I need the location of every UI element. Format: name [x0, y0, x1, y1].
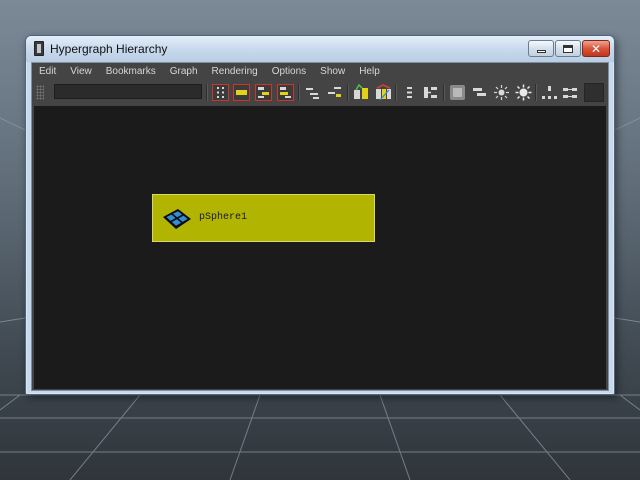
- graph-connections-icon[interactable]: [562, 84, 579, 101]
- toolbar-grip-handle[interactable]: [36, 85, 44, 100]
- toolbar-separator: [206, 84, 208, 101]
- menu-graph[interactable]: Graph: [163, 63, 205, 81]
- menu-show[interactable]: Show: [313, 63, 352, 81]
- maximize-button[interactable]: [555, 40, 581, 57]
- window-title: Hypergraph Hierarchy: [50, 42, 168, 56]
- collapse-icon[interactable]: [304, 84, 321, 101]
- light-settings-icon[interactable]: [515, 84, 532, 101]
- menu-options[interactable]: Options: [265, 63, 313, 81]
- node-display-icon[interactable]: [471, 84, 488, 101]
- menu-edit[interactable]: Edit: [32, 63, 63, 81]
- freeform-layout-icon[interactable]: [422, 84, 439, 101]
- app-icon: [34, 41, 44, 56]
- hypergraph-window: Hypergraph Hierarchy ✕ Edit View Bookmar…: [25, 35, 615, 395]
- menu-bookmarks[interactable]: Bookmarks: [99, 63, 163, 81]
- select-outputs-icon[interactable]: [277, 84, 294, 101]
- toolbar-separator: [395, 84, 397, 101]
- menu-rendering[interactable]: Rendering: [205, 63, 265, 81]
- toolbar-separator: [347, 84, 349, 101]
- expand-icon[interactable]: [326, 84, 343, 101]
- close-icon: ✕: [590, 41, 602, 56]
- minimize-icon: [536, 50, 546, 53]
- toolbar-separator: [298, 84, 300, 101]
- menu-help[interactable]: Help: [352, 63, 387, 81]
- window-client: Edit View Bookmarks Graph Rendering Opti…: [31, 62, 609, 391]
- toolbar-separator: [535, 84, 537, 101]
- title-bar[interactable]: Hypergraph Hierarchy ✕: [26, 36, 614, 62]
- graph-layout-icon[interactable]: [541, 84, 558, 101]
- menu-view[interactable]: View: [63, 63, 99, 81]
- input-output-connections-icon[interactable]: [375, 84, 392, 101]
- input-connections-icon[interactable]: [353, 84, 370, 101]
- toolbar-overflow-button[interactable]: [584, 83, 604, 102]
- scene-hierarchy-icon[interactable]: [401, 84, 418, 101]
- menu-bar: Edit View Bookmarks Graph Rendering Opti…: [32, 63, 608, 81]
- node-psphere1[interactable]: pSphere1: [152, 194, 375, 242]
- graph-editor-canvas[interactable]: pSphere1: [34, 106, 606, 389]
- light-on-icon[interactable]: [493, 84, 510, 101]
- maximize-icon: [563, 44, 573, 53]
- toolbar-separator: [443, 84, 445, 101]
- node-label: pSphere1: [199, 212, 248, 223]
- select-hierarchy-icon[interactable]: [212, 84, 229, 101]
- close-button[interactable]: ✕: [582, 40, 610, 57]
- select-inputs-icon[interactable]: [255, 84, 272, 101]
- polygon-mesh-icon: [163, 209, 191, 229]
- blank-box-icon[interactable]: [449, 84, 466, 101]
- toolbar: [32, 81, 608, 104]
- minimize-button[interactable]: [528, 40, 554, 57]
- node-name-field[interactable]: [54, 84, 202, 99]
- select-object-icon[interactable]: [233, 84, 250, 101]
